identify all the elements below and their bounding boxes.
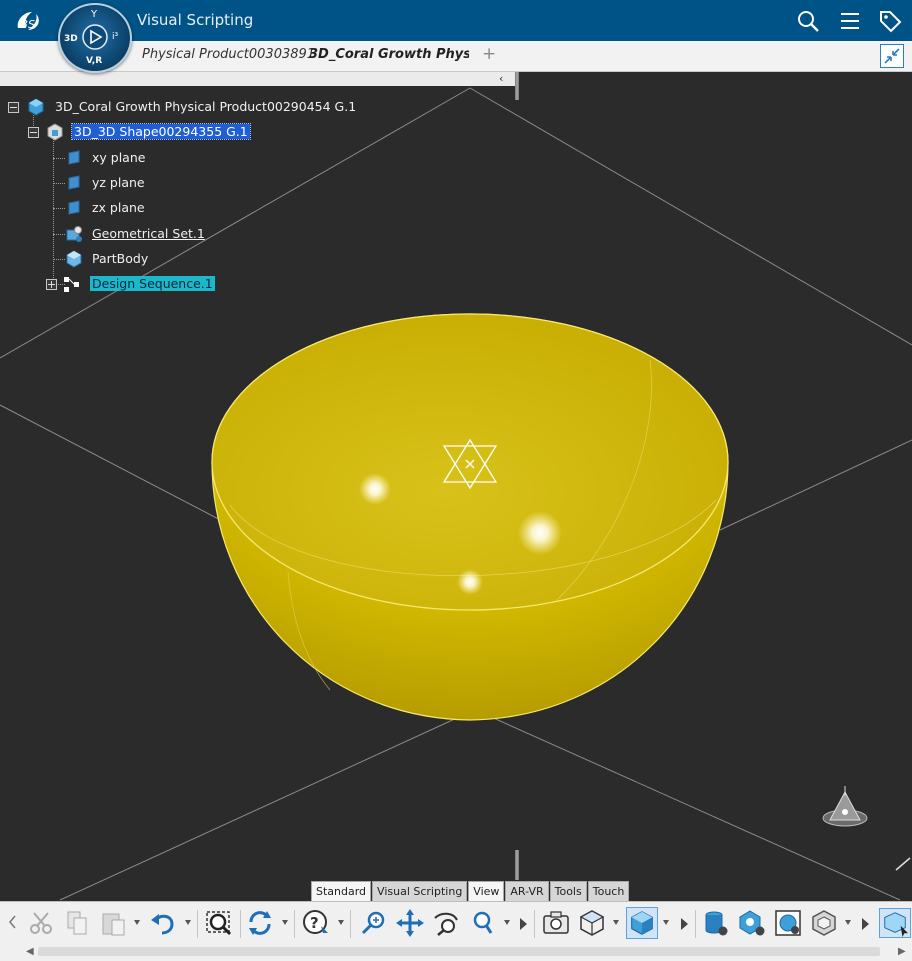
hexagon-icon[interactable]: [809, 908, 839, 938]
cut-icon[interactable]: [26, 908, 56, 938]
fit-all-icon[interactable]: [204, 908, 234, 938]
more-render-arrow[interactable]: [862, 918, 869, 930]
tree-item-label: PartBody: [92, 251, 149, 266]
section-tab-tools[interactable]: Tools: [549, 881, 587, 901]
undo-dropdown[interactable]: [185, 920, 191, 925]
tree-item-label: Design Sequence.1: [90, 276, 215, 291]
compass-left: 3D: [64, 34, 78, 44]
panel-collapse-chevron-icon[interactable]: ‹: [499, 72, 503, 85]
copy-icon[interactable]: [62, 908, 92, 938]
look-at-icon[interactable]: [431, 908, 461, 938]
section-tabs: Standard Visual Scripting View AR-VR Too…: [311, 881, 630, 901]
plane-icon: [68, 175, 80, 190]
geometrical-set-icon: [66, 226, 82, 242]
axis-triad-icon[interactable]: [822, 786, 868, 827]
top-bar: 3S Visual Scripting: [0, 0, 912, 41]
search-icon[interactable]: [795, 8, 821, 34]
compass-right: i³: [112, 32, 119, 42]
shaded-cube-icon[interactable]: [626, 907, 658, 939]
more-view-arrow[interactable]: [681, 918, 688, 930]
expand-toggle[interactable]: [46, 279, 57, 290]
panel-splitter-bottom[interactable]: [515, 850, 519, 880]
render-style-dropdown[interactable]: [663, 920, 669, 925]
zoom-icon[interactable]: [359, 908, 389, 938]
dassault-logo-icon[interactable]: 3S: [12, 6, 46, 36]
compass-widget[interactable]: Y 3D i³ V,R: [58, 3, 132, 73]
help-icon[interactable]: ?: [301, 908, 331, 938]
display-icon[interactable]: [737, 908, 767, 938]
magnifier-icon[interactable]: [468, 908, 498, 938]
horizontal-scrollbar[interactable]: ◀ ▶: [0, 943, 912, 960]
panel-splitter[interactable]: [515, 72, 519, 100]
tree-panel-header: [0, 72, 515, 86]
app-title: Visual Scripting: [137, 11, 254, 29]
section-tab-view[interactable]: View: [468, 881, 505, 901]
database-icon[interactable]: [701, 908, 731, 938]
compass-bottom: V,R: [86, 56, 102, 66]
tab-physical-product[interactable]: Physical Product00303891: [142, 47, 315, 62]
more-tools-arrow[interactable]: [520, 918, 527, 930]
rotate-icon[interactable]: [245, 908, 275, 938]
tab-bar: Physical Product00303891 3D_Coral Growth…: [0, 41, 912, 72]
tree-root-label: 3D_Coral Growth Physical Product00290454…: [55, 99, 357, 114]
paste-dropdown[interactable]: [134, 920, 140, 925]
plane-icon: [68, 200, 80, 215]
render-icon[interactable]: [773, 908, 803, 938]
scroll-right-icon[interactable]: ▶: [898, 946, 906, 957]
tree-item-label: Geometrical Set.1: [92, 226, 205, 241]
section-tab-visual-scripting[interactable]: Visual Scripting: [372, 881, 468, 901]
section-tab-standard[interactable]: Standard: [311, 881, 372, 901]
product-icon: [28, 98, 44, 116]
menu-icon[interactable]: [837, 8, 863, 34]
paste-icon[interactable]: [98, 908, 128, 938]
scrollbar-track[interactable]: [38, 947, 880, 956]
undo-icon[interactable]: [148, 908, 178, 938]
collapse-icon: [884, 48, 900, 64]
section-tab-ar-vr[interactable]: AR-VR: [505, 881, 549, 901]
partbody-icon: [66, 250, 82, 268]
cube-view-icon[interactable]: [577, 908, 607, 938]
design-sequence-icon: [64, 277, 79, 292]
plane-icon: [68, 150, 80, 165]
section-tab-touch[interactable]: Touch: [587, 881, 630, 901]
tab-coral-growth[interactable]: 3D_Coral Growth Physical: [309, 47, 469, 62]
add-tab-button[interactable]: +: [482, 44, 496, 64]
side-panel-icon[interactable]: [879, 908, 911, 938]
bowl-shape[interactable]: [211, 313, 729, 721]
svg-text:?: ?: [310, 914, 319, 932]
scroll-left-icon[interactable]: ◀: [26, 946, 34, 957]
hexagon-dropdown[interactable]: [845, 920, 851, 925]
cube-view-dropdown[interactable]: [613, 920, 619, 925]
pan-icon[interactable]: [395, 908, 425, 938]
tree-item-label: zx plane: [92, 200, 145, 215]
magnifier-dropdown[interactable]: [504, 920, 510, 925]
tree-item-label: yz plane: [92, 175, 145, 190]
tree-shape-label: 3D_3D Shape00294355 G.1: [71, 123, 251, 140]
svg-text:3S: 3S: [21, 18, 35, 31]
compass-top: Y: [90, 9, 98, 20]
capture-icon[interactable]: [541, 908, 571, 938]
3d-viewport[interactable]: [0, 0, 912, 960]
tree-item-label: xy plane: [92, 150, 146, 165]
tag-icon[interactable]: [877, 8, 903, 34]
action-bar-handle-icon[interactable]: [6, 908, 18, 938]
collapse-toggle[interactable]: [28, 127, 39, 138]
pen-icon[interactable]: [895, 857, 911, 871]
help-dropdown[interactable]: [338, 920, 344, 925]
shape-icon: [47, 123, 63, 141]
collapse-button[interactable]: [880, 44, 904, 68]
collapse-toggle[interactable]: [8, 102, 19, 113]
rotate-dropdown[interactable]: [282, 920, 288, 925]
